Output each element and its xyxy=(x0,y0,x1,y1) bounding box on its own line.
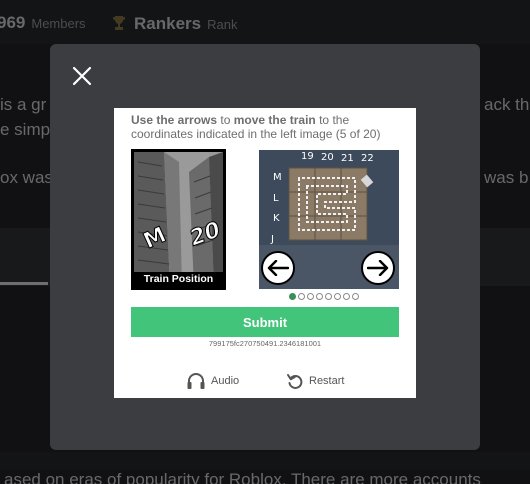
col-label-22: 22 xyxy=(361,153,374,164)
progress-dot xyxy=(334,293,341,300)
instruction-bold-arrows: Use the arrows xyxy=(131,113,218,127)
col-label-19: 19 xyxy=(301,151,314,162)
train-position-image: M 20 Train Position xyxy=(131,149,226,290)
restart-icon xyxy=(287,374,303,389)
col-label-20: 20 xyxy=(321,152,334,163)
row-label-k: K xyxy=(273,213,280,224)
audio-label: Audio xyxy=(211,375,240,387)
progress-dot xyxy=(307,293,314,300)
instruction-bold-move: move the train xyxy=(233,113,316,127)
headphones-icon xyxy=(187,373,205,389)
close-icon xyxy=(72,66,92,86)
move-right-button[interactable] xyxy=(361,251,395,285)
instruction-text-1: to xyxy=(217,113,234,127)
row-label-m: M xyxy=(273,172,282,183)
captcha-instruction: Use the arrows to move the train to the … xyxy=(131,113,406,141)
progress-dot xyxy=(298,293,305,300)
row-label-j: J xyxy=(271,234,274,245)
train-position-caption: Train Position xyxy=(134,272,223,287)
move-left-button[interactable] xyxy=(261,251,295,285)
progress-dot xyxy=(343,293,350,300)
progress-dot xyxy=(325,293,332,300)
progress-dot xyxy=(289,293,296,300)
audio-button[interactable]: Audio xyxy=(186,372,239,390)
train-grid-image: 19 20 21 22 M L K J xyxy=(259,150,399,289)
col-label-21: 21 xyxy=(341,153,354,164)
close-button[interactable] xyxy=(72,66,92,86)
arrow-right-icon xyxy=(367,260,389,276)
captcha-modal: Use the arrows to move the train to the … xyxy=(50,44,480,450)
captcha-card: Use the arrows to move the train to the … xyxy=(114,108,416,398)
session-id: 799175fc270750491.2346181001 xyxy=(208,339,322,348)
restart-button[interactable]: Restart xyxy=(286,372,344,390)
row-label-l: L xyxy=(273,193,279,204)
progress-dots xyxy=(289,293,359,300)
progress-dot xyxy=(352,293,359,300)
restart-label: Restart xyxy=(309,375,345,387)
progress-dot xyxy=(316,293,323,300)
submit-button[interactable]: Submit xyxy=(131,307,399,337)
arrow-left-icon xyxy=(267,260,289,276)
